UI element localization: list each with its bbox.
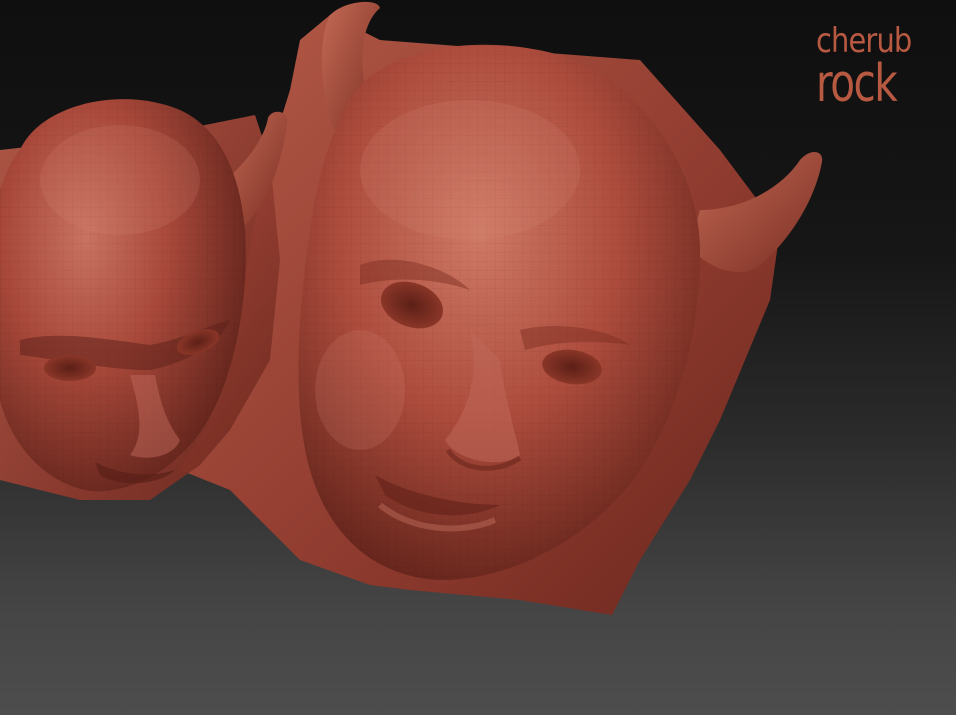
left-mask-left-eye [44,355,96,381]
cherub-rock-logo: cherub rock [808,22,938,122]
logo-text-rock: rock [816,54,898,114]
sculpt-viewport[interactable]: cherub rock [0,0,956,715]
right-mask [180,1,823,615]
